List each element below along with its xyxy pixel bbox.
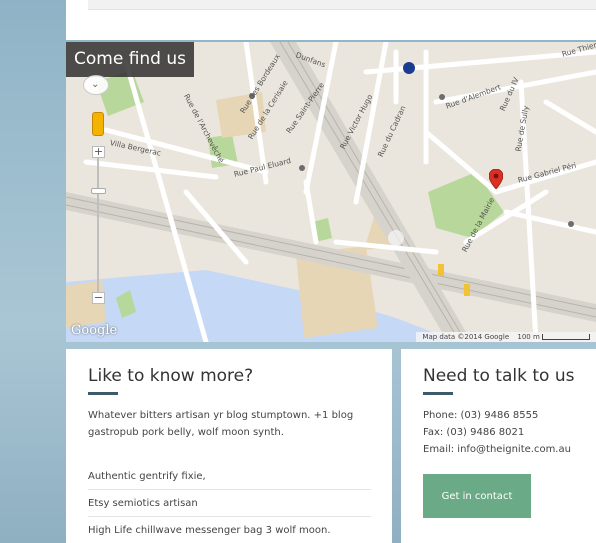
contact-panel: Need to talk to us Phone: (03) 9486 8555… [401, 349, 596, 543]
map-scale-label: 100 m [517, 333, 540, 341]
top-panel-inner [88, 0, 596, 10]
list-item: Authentic gentrify fixie, [88, 463, 371, 490]
get-in-contact-button[interactable]: Get in contact [423, 474, 531, 518]
map-data-credit[interactable]: Map data ©2014 Google [422, 333, 509, 341]
info-heading: Like to know more? [88, 366, 254, 386]
map-attribution[interactable]: Map data ©2014 Google 100 m [416, 332, 596, 342]
info-panel: Like to know more? Whatever bitters arti… [66, 349, 392, 543]
list-item: Etsy semiotics artisan [88, 490, 371, 517]
map-title: Come find us [66, 42, 195, 77]
chevron-down-icon: ⌄ [91, 79, 100, 90]
contact-phone: Phone: (03) 9486 8555 [423, 410, 539, 421]
heading-underline [423, 392, 453, 395]
heading-underline [88, 392, 118, 395]
zoom-in-button[interactable]: + [92, 146, 105, 158]
google-logo[interactable]: Google [71, 323, 117, 338]
map-pin-icon[interactable] [489, 169, 503, 189]
contact-heading: Need to talk to us [423, 366, 575, 386]
location-map[interactable]: Rue des Bordeaux Rue de la Cerisaie Rue … [66, 42, 596, 342]
top-panel [66, 0, 596, 40]
zoom-slider-track[interactable] [97, 158, 99, 292]
list-item: High Life chillwave messenger bag 3 wolf… [88, 525, 331, 536]
contact-email[interactable]: Email: info@theignite.com.au [423, 441, 571, 458]
map-scale: 100 m [517, 333, 590, 341]
map-scale-bar [542, 334, 590, 340]
zoom-out-button[interactable]: − [92, 292, 105, 304]
info-intro: Whatever bitters artisan yr blog stumpto… [88, 410, 354, 438]
contact-fax: Fax: (03) 9486 8021 [423, 427, 525, 438]
pegman-icon[interactable] [92, 112, 104, 136]
zoom-slider-thumb[interactable] [91, 188, 106, 194]
map-pan-control[interactable]: ⌄ [83, 75, 109, 95]
